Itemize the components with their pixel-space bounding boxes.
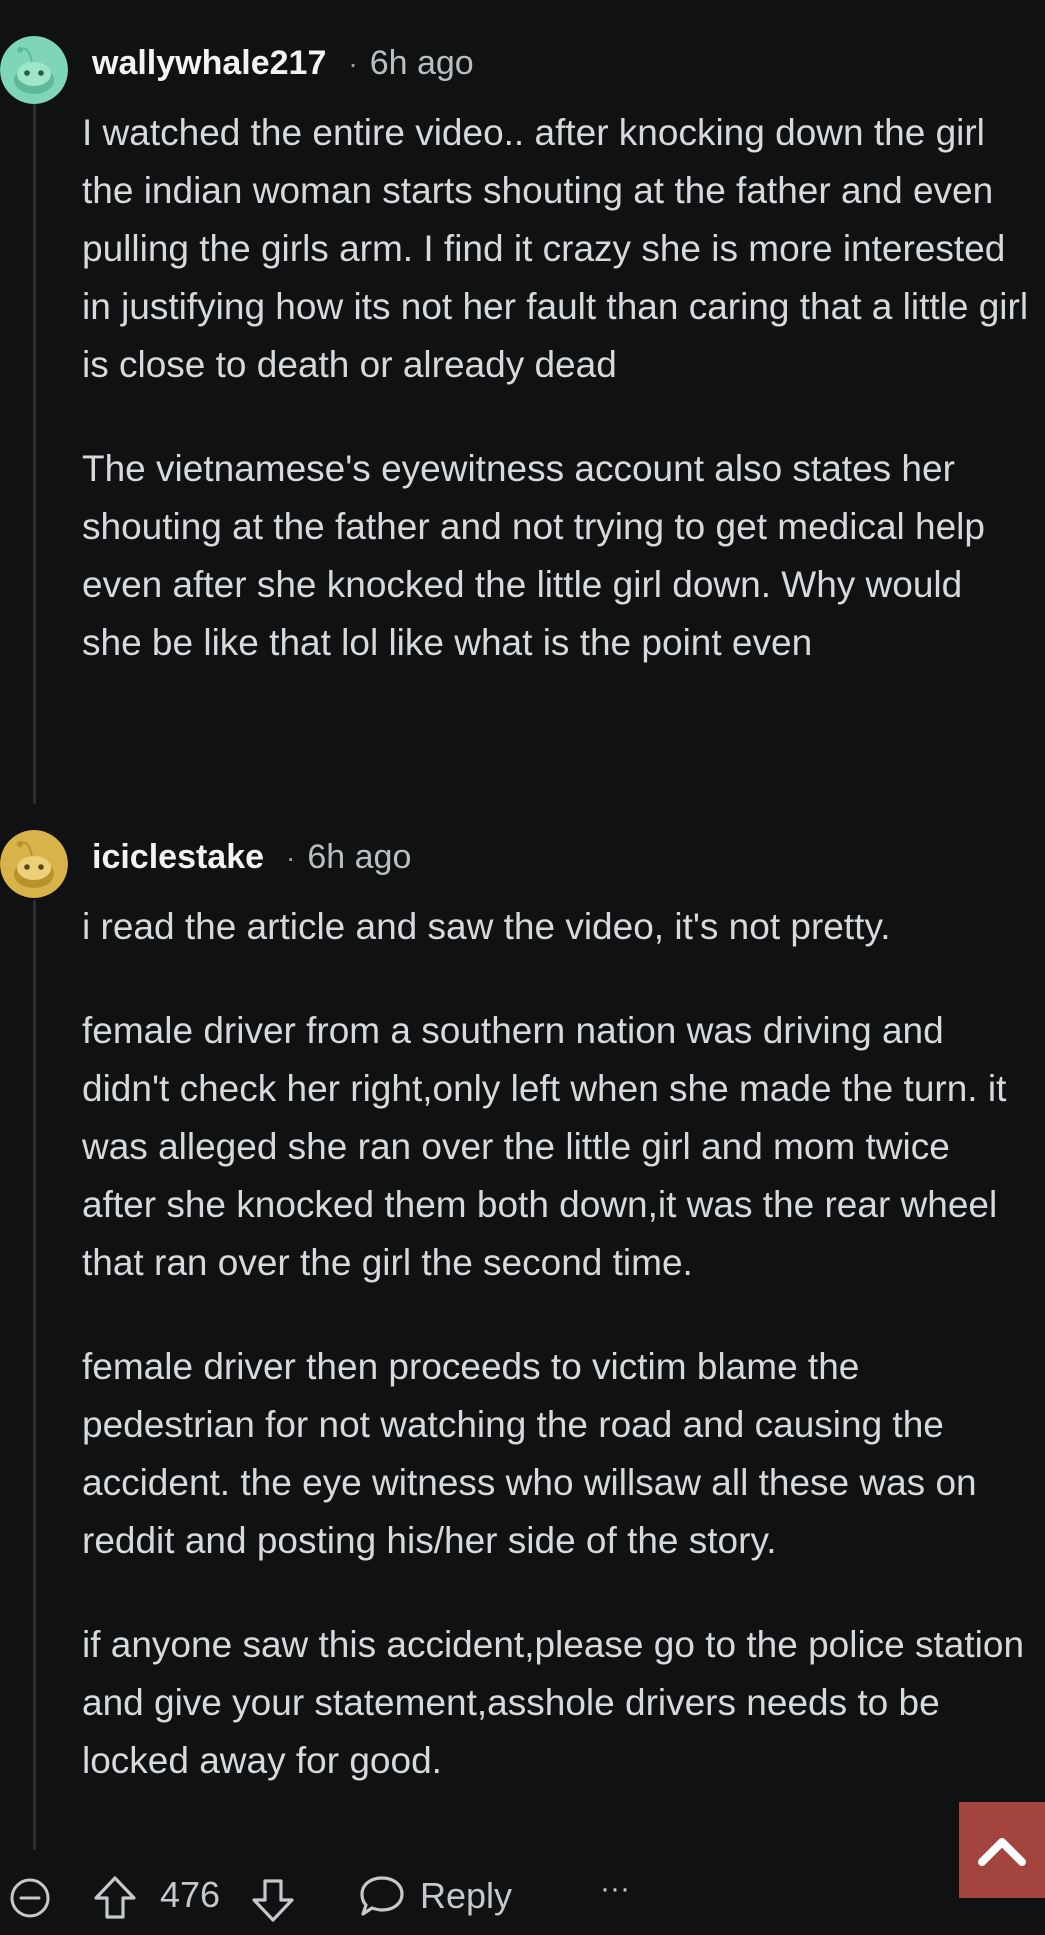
comment-meta: iciclestake · 6h ago: [92, 838, 411, 877]
speech-bubble-icon: [360, 1876, 404, 1916]
upvote-arrow-icon: [94, 1876, 136, 1919]
username[interactable]: iciclestake: [92, 838, 264, 877]
snoo-avatar-icon: [0, 830, 68, 898]
downvote-button[interactable]: [250, 1876, 296, 1924]
comment-body: i read the article and saw the video, it…: [82, 898, 1032, 1790]
comment-body: I watched the entire video.. after knock…: [82, 104, 1032, 672]
meta-separator: ·: [348, 47, 358, 79]
snoo-avatar-icon: [0, 36, 68, 104]
comment-meta: wallywhale217 · 6h ago: [92, 44, 474, 83]
upvote-button[interactable]: [92, 1874, 138, 1922]
comment-paragraph: i read the article and saw the video, it…: [82, 906, 891, 947]
scroll-to-top-button[interactable]: [959, 1802, 1045, 1898]
vote-score: 476: [160, 1874, 220, 1916]
comment-action-bar: 476 Reply ···: [0, 1868, 1045, 1928]
reply-label: Reply: [420, 1875, 513, 1916]
comment-paragraph: if anyone saw this accident,please go to…: [82, 1624, 1025, 1781]
timestamp: 6h ago: [307, 838, 412, 876]
more-options-button[interactable]: ···: [600, 1872, 630, 1906]
comment-paragraph: The vietnamese's eyewitness account also…: [82, 448, 985, 663]
collapse-button[interactable]: [8, 1876, 52, 1920]
reply-button[interactable]: Reply: [358, 1872, 512, 1920]
comment-paragraph: I watched the entire video.. after knock…: [82, 112, 1029, 385]
chevron-up-icon: [978, 1838, 1026, 1866]
thread-line-2[interactable]: [33, 900, 36, 1850]
more-options-icon: ···: [600, 1872, 630, 1905]
timestamp: 6h ago: [369, 44, 474, 82]
thread-line-1[interactable]: [33, 104, 36, 804]
avatar[interactable]: [0, 36, 68, 104]
username[interactable]: wallywhale217: [92, 44, 326, 83]
vote-count: 476: [160, 1874, 221, 1915]
downvote-arrow-icon: [252, 1879, 294, 1922]
comment-paragraph: female driver then proceeds to victim bl…: [82, 1346, 977, 1561]
collapse-minus-icon: [10, 1878, 50, 1918]
comment-paragraph: female driver from a southern nation was…: [82, 1010, 1007, 1283]
avatar[interactable]: [0, 830, 68, 898]
meta-separator: ·: [286, 841, 296, 873]
